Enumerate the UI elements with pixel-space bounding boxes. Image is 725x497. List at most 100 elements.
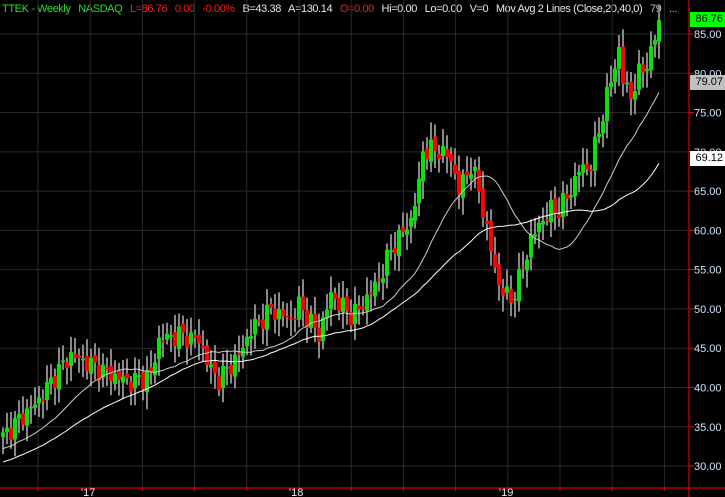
candle-down	[125, 373, 129, 379]
candle-up	[537, 222, 541, 233]
candle-down	[285, 315, 289, 318]
candle-down	[9, 428, 13, 440]
candle-down	[425, 148, 429, 159]
candle-up	[297, 296, 301, 320]
y-tick-label: 65.00	[694, 186, 722, 198]
y-tick-label: 35.00	[694, 422, 722, 434]
candle-up	[37, 397, 41, 404]
candle-down	[85, 356, 89, 372]
candle-up	[613, 68, 617, 83]
candle-down	[129, 381, 133, 392]
candle-up	[221, 366, 225, 388]
candle-up	[385, 249, 389, 276]
candle-down	[213, 361, 217, 374]
candle-down	[317, 327, 321, 342]
candle-up	[165, 333, 169, 340]
y-tick-label: 55.00	[694, 265, 722, 277]
candle-down	[217, 375, 221, 391]
candle-down	[433, 136, 437, 151]
candle-down	[453, 164, 457, 174]
candle-down	[521, 266, 525, 269]
candle-down	[465, 171, 469, 176]
candle-up	[33, 404, 37, 408]
candle-up	[265, 304, 269, 330]
candle-up	[1, 432, 5, 437]
candle-up	[45, 382, 49, 400]
candle-down	[545, 219, 549, 221]
candle-up	[69, 352, 73, 366]
candle-down	[141, 372, 145, 389]
candle-up	[513, 298, 517, 301]
x-tick-label: '17	[81, 487, 95, 497]
candle-up	[505, 286, 509, 293]
candle-down	[629, 81, 633, 99]
candle-down	[497, 264, 501, 286]
candle-up	[529, 234, 533, 258]
candle-up	[321, 317, 325, 342]
candle-down	[493, 254, 497, 268]
candle-up	[81, 358, 85, 361]
y-tick-label: 45.00	[694, 343, 722, 355]
candle-down	[161, 340, 165, 343]
candle-down	[173, 332, 177, 347]
candle-down	[481, 188, 485, 218]
candle-up	[601, 121, 605, 134]
candle-up	[541, 221, 545, 225]
candle-down	[117, 370, 121, 380]
candle-up	[593, 136, 597, 171]
y-tick-label: 40.00	[694, 382, 722, 394]
candle-up	[329, 292, 333, 309]
candle-down	[53, 376, 57, 388]
candle-up	[581, 164, 585, 173]
candle-up	[5, 427, 9, 433]
candle-up	[577, 172, 581, 176]
candle-down	[621, 46, 625, 84]
candle-down	[589, 169, 593, 172]
candle-up	[405, 229, 409, 235]
candle-up	[253, 318, 257, 335]
candle-up	[381, 278, 385, 283]
candle-down	[289, 317, 293, 320]
candle-up	[153, 362, 157, 376]
y-tick-label: 75.00	[694, 108, 722, 120]
candle-down	[77, 355, 81, 359]
candle-down	[229, 364, 233, 375]
price-chart[interactable]: 30.00 35.00 40.00 45.00 50.00 55.00 60.00 65.00…	[0, 0, 725, 497]
candle-up	[373, 281, 377, 297]
candle-up	[29, 406, 33, 409]
candle-up	[137, 375, 141, 377]
candle-down	[333, 293, 337, 299]
candle-down	[185, 335, 189, 348]
candle-up	[573, 176, 577, 197]
candle-down	[197, 334, 201, 344]
last-price-tag: 86.76	[690, 12, 725, 27]
candle-up	[649, 46, 653, 71]
candle-down	[501, 288, 505, 296]
candle-down	[273, 308, 277, 320]
candle-down	[293, 318, 297, 321]
ma40-tag: 69.12	[690, 151, 725, 166]
x-tick-label: '19	[499, 487, 513, 497]
candle-up	[113, 373, 117, 385]
candle-up	[309, 314, 313, 328]
candle-down	[489, 220, 493, 252]
candle-down	[437, 153, 441, 160]
candle-down	[361, 307, 365, 309]
candle-down	[457, 170, 461, 195]
candle-up	[429, 139, 433, 162]
candle-down	[369, 292, 373, 295]
candle-down	[357, 305, 361, 309]
candle-up	[597, 133, 601, 137]
candle-down	[337, 297, 341, 311]
candle-down	[393, 247, 397, 254]
y-tick-label: 30.00	[694, 461, 722, 473]
candle-up	[605, 86, 609, 122]
candle-up	[365, 294, 369, 311]
candle-up	[473, 166, 477, 171]
candle-up	[533, 234, 537, 237]
candle-up	[225, 367, 229, 369]
candle-up	[13, 418, 17, 440]
candle-down	[401, 227, 405, 233]
candle-down	[565, 194, 569, 199]
candle-up	[461, 174, 465, 198]
